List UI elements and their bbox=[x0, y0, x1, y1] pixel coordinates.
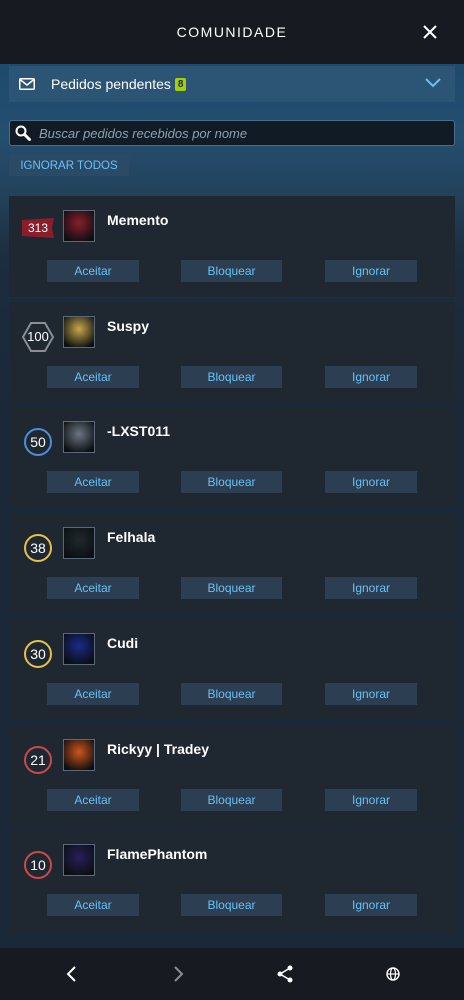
level-badge: 50 bbox=[24, 428, 52, 457]
level-badge: 10 bbox=[24, 851, 52, 880]
accept-button[interactable]: Aceitar bbox=[47, 577, 139, 600]
friend-name[interactable]: Rickyy | Tradey bbox=[107, 741, 209, 757]
block-button[interactable]: Bloquear bbox=[181, 788, 282, 811]
friend-request-card: 21 Rickyy | Tradey Aceitar Bloquear Igno… bbox=[9, 724, 455, 826]
bottom-nav bbox=[0, 948, 464, 1000]
chevron-down-icon[interactable] bbox=[425, 77, 441, 89]
friend-request-card: 50 -LXST011 Aceitar Bloquear Ignorar bbox=[9, 407, 455, 509]
level-value: 50 bbox=[30, 434, 46, 451]
level-value: 38 bbox=[30, 540, 46, 557]
ignore-button[interactable]: Ignorar bbox=[325, 894, 417, 917]
avatar[interactable] bbox=[63, 210, 95, 242]
pending-requests-header[interactable]: Pedidos pendentes 8 bbox=[9, 66, 455, 102]
friend-request-card: 313 Memento Aceitar Bloquear Ignorar bbox=[9, 196, 455, 297]
globe-icon[interactable] bbox=[383, 964, 403, 984]
avatar[interactable] bbox=[63, 421, 95, 454]
ignore-button[interactable]: Ignorar bbox=[325, 365, 417, 388]
avatar[interactable] bbox=[63, 632, 95, 665]
accept-button[interactable]: Aceitar bbox=[47, 788, 139, 811]
friend-request-card: 38 Felhala Aceitar Bloquear Ignorar bbox=[9, 513, 455, 615]
friend-request-card: 30 Cudi Aceitar Bloquear Ignorar bbox=[9, 618, 455, 720]
forward-icon[interactable] bbox=[168, 964, 188, 984]
back-icon[interactable] bbox=[62, 964, 82, 984]
avatar[interactable] bbox=[63, 844, 95, 877]
ignore-button[interactable]: Ignorar bbox=[325, 682, 417, 705]
friend-name[interactable]: Felhala bbox=[107, 529, 155, 545]
accept-button[interactable]: Aceitar bbox=[47, 471, 139, 494]
mail-icon bbox=[19, 78, 35, 90]
friend-name[interactable]: Suspy bbox=[107, 318, 149, 334]
top-bar: COMUNIDADE bbox=[0, 0, 464, 64]
search-box[interactable] bbox=[9, 120, 455, 146]
accept-button[interactable]: Aceitar bbox=[47, 365, 139, 388]
block-button[interactable]: Bloquear bbox=[181, 260, 282, 282]
ignore-button[interactable]: Ignorar bbox=[325, 471, 417, 494]
search-icon bbox=[15, 125, 31, 141]
friend-name[interactable]: -LXST011 bbox=[107, 423, 170, 439]
share-icon[interactable] bbox=[275, 964, 295, 984]
level-badge: 21 bbox=[24, 745, 52, 774]
pending-count-badge: 8 bbox=[174, 77, 187, 91]
level-badge: 30 bbox=[24, 639, 52, 668]
accept-button[interactable]: Aceitar bbox=[47, 260, 139, 282]
page-title: COMUNIDADE bbox=[176, 24, 288, 40]
block-button[interactable]: Bloquear bbox=[181, 577, 282, 600]
avatar[interactable] bbox=[63, 738, 95, 771]
block-button[interactable]: Bloquear bbox=[181, 894, 282, 917]
content-area: Pedidos pendentes 8 IGNORAR TODOS 313 Me… bbox=[0, 64, 464, 948]
pending-requests-label: Pedidos pendentes bbox=[51, 76, 171, 92]
level-value: 100 bbox=[27, 329, 49, 345]
friend-name[interactable]: FlamePhantom bbox=[107, 846, 207, 862]
ignore-button[interactable]: Ignorar bbox=[325, 577, 417, 600]
avatar[interactable] bbox=[63, 527, 95, 560]
level-value: 30 bbox=[30, 645, 46, 662]
block-button[interactable]: Bloquear bbox=[181, 471, 282, 494]
block-button[interactable]: Bloquear bbox=[181, 365, 282, 388]
ignore-button[interactable]: Ignorar bbox=[325, 788, 417, 811]
ignore-all-button[interactable]: IGNORAR TODOS bbox=[9, 155, 129, 176]
level-value: 21 bbox=[30, 751, 46, 768]
friend-request-card: 10 FlamePhantom Aceitar Bloquear Ignorar bbox=[9, 830, 455, 932]
ignore-button[interactable]: Ignorar bbox=[325, 260, 417, 282]
level-badge: 100 bbox=[21, 321, 55, 353]
block-button[interactable]: Bloquear bbox=[181, 682, 282, 705]
friend-request-card: 100 Suspy Aceitar Bloquear Ignorar bbox=[9, 301, 455, 403]
level-value: 313 bbox=[27, 221, 49, 235]
level-badge: 313 bbox=[22, 218, 54, 238]
close-icon[interactable] bbox=[420, 22, 440, 42]
friend-name[interactable]: Memento bbox=[107, 212, 168, 228]
accept-button[interactable]: Aceitar bbox=[47, 894, 139, 917]
level-value: 10 bbox=[30, 857, 46, 874]
avatar[interactable] bbox=[63, 315, 95, 348]
search-input[interactable] bbox=[39, 125, 439, 141]
level-badge: 38 bbox=[24, 534, 52, 563]
friend-name[interactable]: Cudi bbox=[107, 635, 138, 651]
accept-button[interactable]: Aceitar bbox=[47, 682, 139, 705]
